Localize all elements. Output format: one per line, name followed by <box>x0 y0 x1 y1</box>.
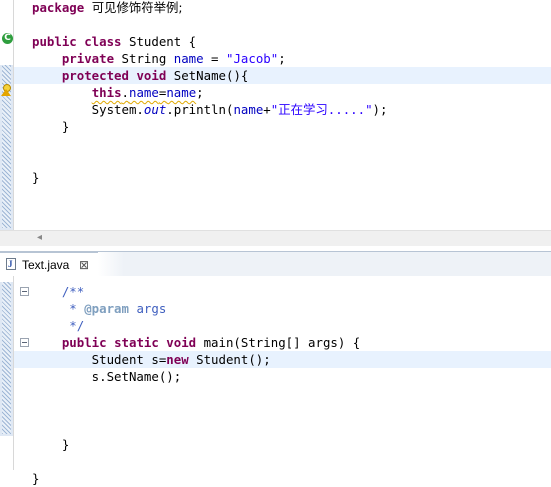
java-file-icon: J <box>6 258 16 270</box>
fold-collapse-icon[interactable] <box>20 338 29 347</box>
code-line[interactable]: System.out.println(name+"正在学习....."); <box>32 101 551 118</box>
code-line[interactable] <box>32 16 551 33</box>
code-token: Student { <box>128 34 197 49</box>
bottom-editor-pane[interactable]: /** * @param args */ public static void … <box>0 276 551 486</box>
code-token: } <box>32 471 40 486</box>
code-token: Student s= <box>32 352 167 367</box>
code-line[interactable]: } <box>32 169 551 186</box>
code-token: 可见修饰符举例; <box>91 0 183 15</box>
code-line[interactable] <box>32 135 551 152</box>
scroll-left-icon[interactable]: ◂ <box>37 232 42 243</box>
code-token: name <box>166 85 197 100</box>
code-token: */ <box>32 318 85 333</box>
code-token: * <box>32 301 85 316</box>
top-editor-pane[interactable]: C package 可见修饰符举例; public class Student {… <box>0 0 551 245</box>
code-token: ....." <box>327 102 373 117</box>
code-line[interactable]: private String name = "Jacob"; <box>32 50 551 67</box>
code-token: } <box>32 119 70 134</box>
code-token: name <box>129 85 159 100</box>
code-line[interactable] <box>32 152 551 169</box>
code-line[interactable] <box>32 453 551 470</box>
tab-text-java[interactable]: J Text.java ⊠ <box>0 252 99 277</box>
code-line[interactable]: public static void main(String[] args) { <box>32 334 551 351</box>
code-line[interactable] <box>32 402 551 419</box>
java-file-icon-letter: J <box>8 259 13 269</box>
code-token: . <box>121 85 129 100</box>
code-token: Student(); <box>196 352 271 367</box>
code-token: public <box>61 335 115 350</box>
code-line[interactable]: */ <box>32 317 551 334</box>
code-token: .println( <box>166 102 234 117</box>
tab-label: Text.java <box>22 258 70 272</box>
code-line[interactable]: } <box>32 470 551 487</box>
code-line[interactable] <box>32 385 551 402</box>
code-token: class <box>84 34 129 49</box>
code-line[interactable]: package 可见修饰符举例; <box>32 0 551 16</box>
gutter-divider <box>13 0 14 245</box>
code-line[interactable]: } <box>32 436 551 453</box>
code-token: } <box>32 170 40 185</box>
code-token: 正在学习 <box>278 102 328 117</box>
code-line[interactable]: s.SetName(); <box>32 368 551 385</box>
code-token: SetName(){ <box>173 68 249 83</box>
code-token: ; <box>196 85 204 100</box>
code-token: package <box>32 0 92 15</box>
code-token: } <box>32 437 70 452</box>
code-token: out <box>143 102 167 117</box>
code-token: String <box>121 51 174 66</box>
change-ruler-hatch <box>2 282 11 434</box>
code-token: @param <box>84 301 129 316</box>
warning-lightbulb-icon[interactable] <box>1 84 13 96</box>
code-token: public <box>32 34 85 49</box>
code-line[interactable]: this.name=name; <box>32 84 551 101</box>
tab-edge <box>98 252 124 276</box>
gutter-divider <box>13 276 14 470</box>
override-indicator-icon[interactable]: C <box>2 33 13 44</box>
code-token: args <box>128 301 167 316</box>
code-line[interactable] <box>32 419 551 436</box>
code-token: s.SetName(); <box>32 369 182 384</box>
code-token: void <box>136 68 174 83</box>
code-line[interactable]: } <box>32 118 551 135</box>
code-token: name <box>233 102 264 117</box>
code-token: System. <box>32 102 144 117</box>
code-token: this <box>91 85 122 100</box>
code-token: void <box>166 335 204 350</box>
horizontal-scrollbar[interactable]: ◂ <box>0 230 551 246</box>
code-token: "Jacob" <box>225 51 279 66</box>
close-tab-icon[interactable]: ⊠ <box>79 254 89 276</box>
code-token: main(String[] args) { <box>203 335 361 350</box>
code-token: ; <box>278 51 286 66</box>
code-token: name <box>173 51 204 66</box>
code-token: private <box>61 51 122 66</box>
code-token: + <box>263 102 271 117</box>
code-token: /** <box>61 284 85 299</box>
code-line[interactable]: protected void SetName(){ <box>14 67 551 84</box>
code-token: new <box>166 352 197 367</box>
code-token: = <box>203 51 226 66</box>
code-token: static <box>114 335 167 350</box>
code-line[interactable]: public class Student { <box>32 33 551 50</box>
editor-tab-bar: J Text.java ⊠ <box>0 251 551 277</box>
code-line[interactable]: Student s=new Student(); <box>14 351 551 368</box>
code-line[interactable]: * @param args <box>32 300 551 317</box>
code-token: ); <box>372 102 388 117</box>
code-token: protected <box>61 68 137 83</box>
code-line[interactable]: /** <box>32 283 551 300</box>
fold-collapse-icon[interactable] <box>20 287 29 296</box>
